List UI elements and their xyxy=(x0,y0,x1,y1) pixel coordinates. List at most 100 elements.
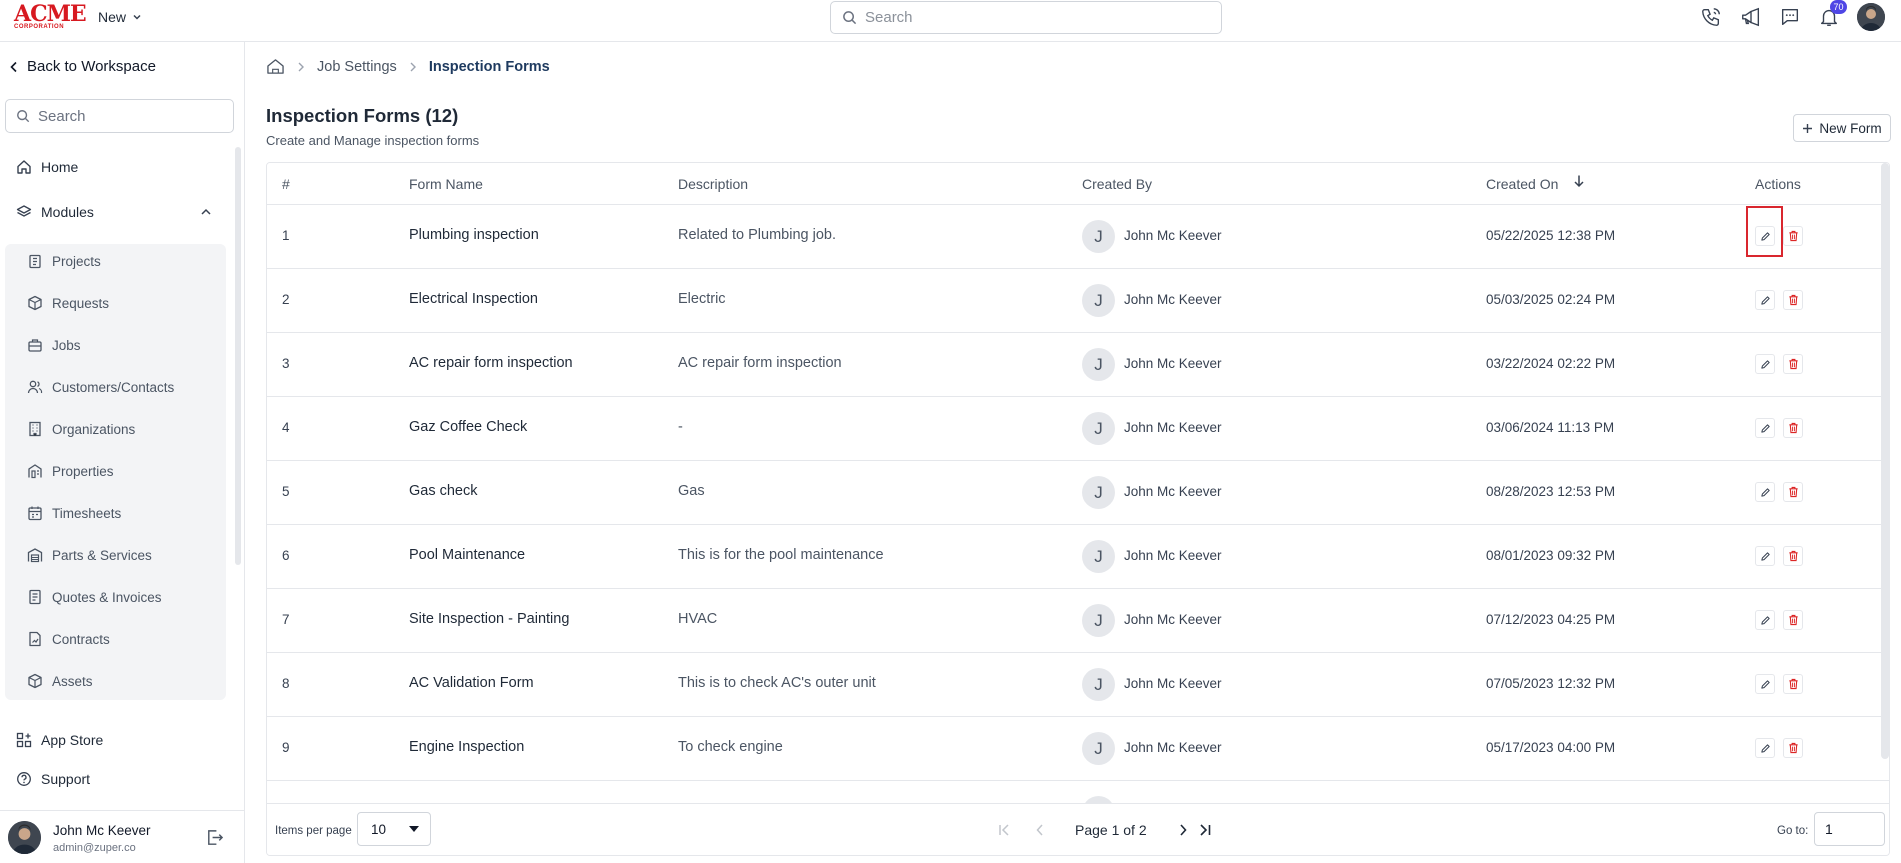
global-search-input[interactable] xyxy=(865,9,1205,26)
company-logo[interactable]: ACME CORPORATION xyxy=(14,1,87,30)
sort-desc-icon[interactable] xyxy=(1573,174,1585,188)
edit-icon[interactable] xyxy=(1755,610,1775,630)
form-name[interactable]: Gas check xyxy=(409,483,478,499)
sidebar-item-requests[interactable]: Requests xyxy=(27,295,109,311)
edit-icon[interactable] xyxy=(1755,482,1775,502)
delete-icon[interactable] xyxy=(1783,738,1803,758)
sidebar-item-support[interactable]: Support xyxy=(16,771,90,787)
form-name[interactable]: Plumbing inspection xyxy=(409,227,539,243)
delete-icon[interactable] xyxy=(1783,610,1803,630)
delete-icon[interactable] xyxy=(1783,674,1803,694)
column-created-by[interactable]: Created By xyxy=(1082,176,1152,192)
sidebar-scrollbar[interactable] xyxy=(235,147,241,565)
table-row[interactable]: 6 Pool Maintenance This is for the pool ma… xyxy=(267,525,1889,589)
sidebar-item-label: Parts & Services xyxy=(52,547,152,563)
edit-icon[interactable] xyxy=(1755,290,1775,310)
sidebar-item-timesheets[interactable]: Timesheets xyxy=(27,505,121,521)
sidebar-item-contracts[interactable]: Contracts xyxy=(27,631,110,647)
prev-page-button[interactable] xyxy=(1030,820,1050,840)
sidebar-item-customers-contacts[interactable]: Customers/Contacts xyxy=(27,379,174,395)
table-row[interactable]: 4 Gaz Coffee Check - J John Mc Keever 03/06/2… xyxy=(267,397,1889,461)
table-row[interactable]: 8 AC Validation Form This is to check AC's… xyxy=(267,653,1889,717)
new-form-button[interactable]: New Form xyxy=(1793,114,1891,142)
sidebar-item-label: Assets xyxy=(52,673,93,689)
edit-icon[interactable] xyxy=(1755,418,1775,438)
new-label: New xyxy=(98,9,127,25)
logo-text: ACME xyxy=(14,1,87,27)
back-to-workspace-link[interactable]: Back to Workspace xyxy=(9,58,156,75)
creator-avatar: J xyxy=(1082,220,1115,253)
global-search[interactable] xyxy=(830,1,1222,34)
sidebar-item-organizations[interactable]: Organizations xyxy=(27,421,135,437)
cube-icon xyxy=(27,673,43,689)
delete-icon[interactable] xyxy=(1783,482,1803,502)
form-description: Related to Plumbing job. xyxy=(678,227,836,243)
search-icon xyxy=(842,10,857,25)
logout-icon[interactable] xyxy=(205,828,224,847)
form-name[interactable]: Gaz Coffee Check xyxy=(409,419,527,435)
table-row[interactable]: 1 Plumbing inspection Related to Plumbing … xyxy=(267,205,1889,269)
calendar-icon xyxy=(27,505,43,521)
delete-icon[interactable] xyxy=(1783,226,1803,246)
megaphone-icon[interactable] xyxy=(1740,6,1762,28)
chat-icon[interactable] xyxy=(1779,6,1801,28)
table-scrollbar[interactable] xyxy=(1881,163,1889,759)
column-description[interactable]: Description xyxy=(678,176,748,192)
building-icon xyxy=(27,421,43,437)
form-name[interactable]: AC Validation Form xyxy=(409,675,534,691)
sidebar-item-quotes-invoices[interactable]: Quotes & Invoices xyxy=(27,589,162,605)
next-page-button[interactable] xyxy=(1173,820,1193,840)
sidebar-item-projects[interactable]: Projects xyxy=(27,253,101,269)
goto-page-input[interactable] xyxy=(1814,812,1885,846)
chevron-up-icon[interactable] xyxy=(200,207,212,217)
items-per-page-select[interactable]: 10 xyxy=(357,812,431,846)
edit-icon[interactable] xyxy=(1755,674,1775,694)
created-by: John Mc Keever xyxy=(1124,548,1222,563)
form-name[interactable]: Pool Maintenance xyxy=(409,547,525,563)
help-icon xyxy=(16,771,32,787)
edit-icon[interactable] xyxy=(1755,738,1775,758)
table-row[interactable]: 2 Electrical Inspection Electric J John Mc K… xyxy=(267,269,1889,333)
sidebar-item-app-store[interactable]: App Store xyxy=(16,732,103,748)
sidebar-item-jobs[interactable]: Jobs xyxy=(27,337,81,353)
row-number: 3 xyxy=(282,356,290,371)
sidebar-item-assets[interactable]: Assets xyxy=(27,673,93,689)
form-name[interactable]: AC repair form inspection xyxy=(409,355,573,371)
creator-avatar: J xyxy=(1082,540,1115,573)
page-subtitle: Create and Manage inspection forms xyxy=(266,133,480,148)
home-icon[interactable] xyxy=(266,58,285,75)
sidebar-item-label: Support xyxy=(41,771,91,787)
sidebar-search[interactable] xyxy=(5,99,234,133)
sidebar-item-label: Jobs xyxy=(52,337,81,353)
table-row[interactable]: 5 Gas check Gas J John Mc Keever 08/28/2023 1… xyxy=(267,461,1889,525)
delete-icon[interactable] xyxy=(1783,354,1803,374)
sidebar-item-home[interactable]: Home xyxy=(16,159,78,175)
form-name[interactable]: Engine Inspection xyxy=(409,739,524,755)
user-avatar[interactable] xyxy=(1857,3,1885,31)
phone-icon[interactable] xyxy=(1700,6,1722,28)
form-name[interactable]: Site Inspection - Painting xyxy=(409,611,569,627)
sidebar-search-input[interactable] xyxy=(38,107,218,125)
avatar[interactable] xyxy=(8,821,41,854)
table-row[interactable]: 7 Site Inspection - Painting HVAC J John Mc … xyxy=(267,589,1889,653)
sidebar-item-parts-services[interactable]: Parts & Services xyxy=(27,547,152,563)
table-row[interactable]: 3 AC repair form inspection AC repair form… xyxy=(267,333,1889,397)
delete-icon[interactable] xyxy=(1783,290,1803,310)
delete-icon[interactable] xyxy=(1783,418,1803,438)
last-page-button[interactable] xyxy=(1195,820,1215,840)
sidebar-item-properties[interactable]: Properties xyxy=(27,463,114,479)
breadcrumb-job-settings[interactable]: Job Settings xyxy=(317,59,397,75)
column-form-name[interactable]: Form Name xyxy=(409,176,483,192)
column-created-on[interactable]: Created On xyxy=(1486,176,1558,192)
table-row[interactable]: 9 Engine Inspection To check engine J John M… xyxy=(267,717,1889,781)
sidebar-item-modules[interactable]: Modules xyxy=(16,204,216,220)
delete-icon[interactable] xyxy=(1783,546,1803,566)
bell-icon[interactable]: 70 xyxy=(1818,0,1847,28)
edit-icon[interactable] xyxy=(1755,354,1775,374)
form-name[interactable]: Electrical Inspection xyxy=(409,291,538,307)
row-number: 6 xyxy=(282,548,290,563)
first-page-button[interactable] xyxy=(995,820,1015,840)
new-dropdown-button[interactable]: New xyxy=(98,8,142,26)
edit-icon[interactable] xyxy=(1755,546,1775,566)
column-actions: Actions xyxy=(1755,176,1801,192)
